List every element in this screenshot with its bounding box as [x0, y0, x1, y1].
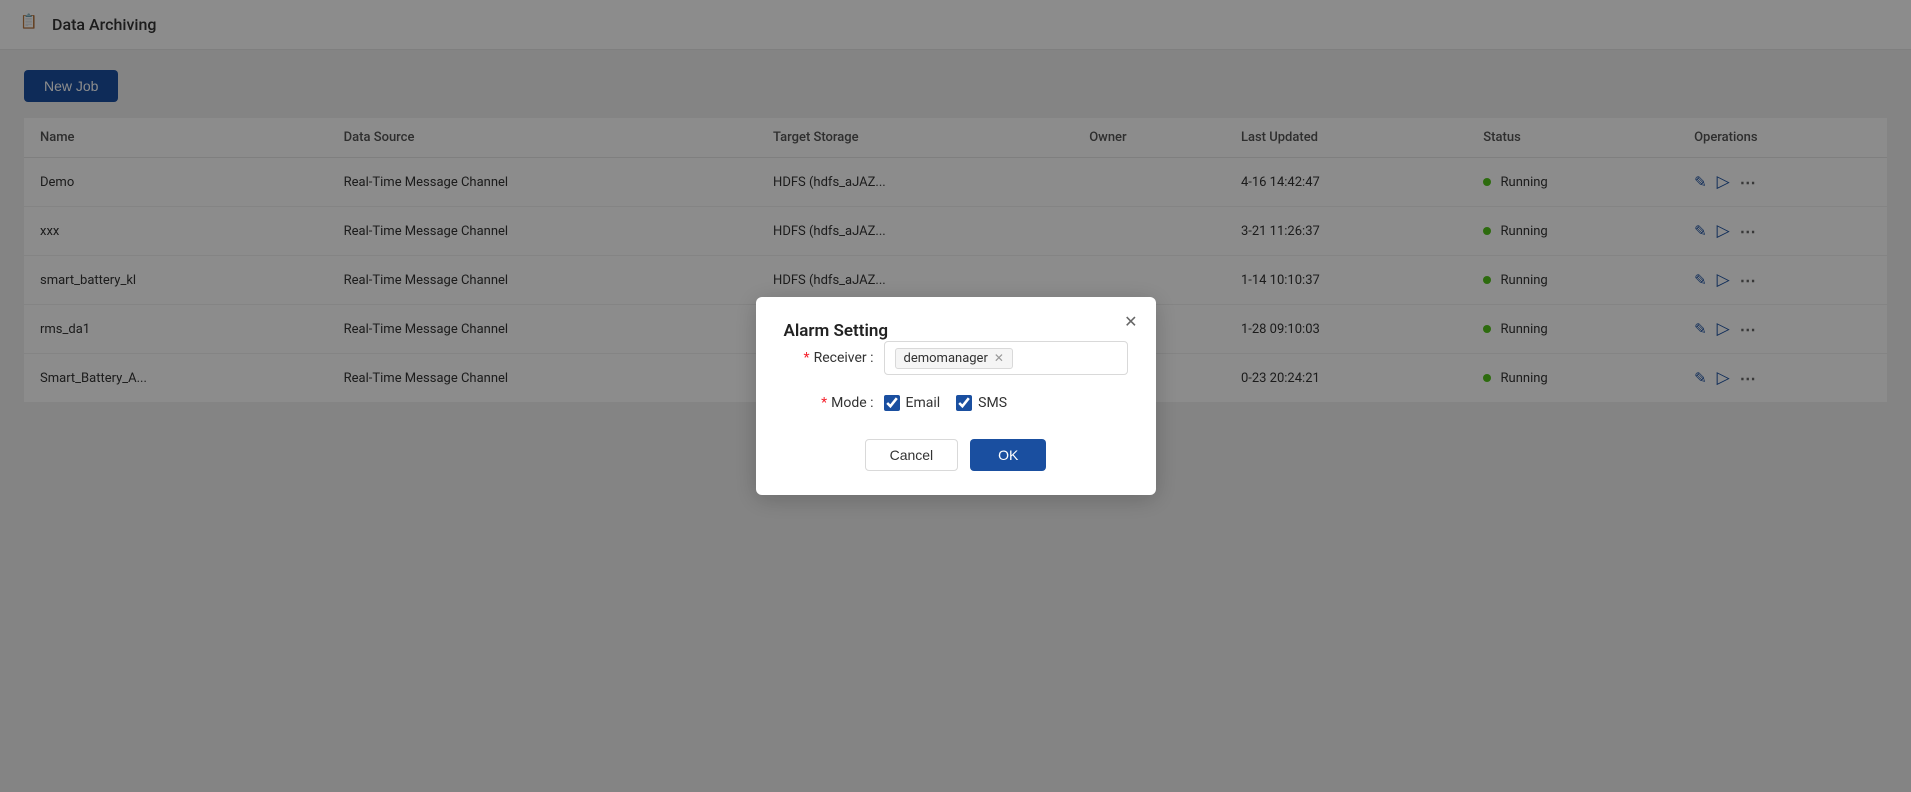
modal-overlay: Alarm Setting ✕ *Receiver : demomanager … — [0, 0, 1911, 792]
sms-label: SMS — [978, 395, 1007, 411]
alarm-setting-modal: Alarm Setting ✕ *Receiver : demomanager … — [756, 297, 1156, 495]
mode-row: *Mode : Email SMS — [784, 395, 1128, 411]
receiver-label: *Receiver : — [784, 350, 874, 366]
mode-label: *Mode : — [784, 395, 874, 411]
mode-required-star: * — [821, 395, 827, 411]
receiver-tag-value: demomanager — [904, 351, 988, 366]
modal-footer: Cancel OK — [784, 439, 1128, 471]
receiver-tag-close[interactable]: ✕ — [994, 351, 1004, 365]
ok-button[interactable]: OK — [970, 439, 1046, 471]
receiver-row: *Receiver : demomanager ✕ — [784, 341, 1128, 375]
mode-checkbox-group: Email SMS — [884, 395, 1008, 411]
receiver-input[interactable]: demomanager ✕ — [884, 341, 1128, 375]
sms-checkbox-label[interactable]: SMS — [956, 395, 1007, 411]
modal-close-button[interactable]: ✕ — [1124, 315, 1137, 331]
modal-title: Alarm Setting — [784, 321, 889, 341]
email-checkbox-label[interactable]: Email — [884, 395, 941, 411]
email-checkbox[interactable] — [884, 395, 900, 411]
cancel-button[interactable]: Cancel — [865, 439, 959, 471]
email-label: Email — [906, 395, 941, 411]
sms-checkbox[interactable] — [956, 395, 972, 411]
receiver-tag: demomanager ✕ — [895, 348, 1013, 369]
required-star: * — [804, 350, 810, 366]
